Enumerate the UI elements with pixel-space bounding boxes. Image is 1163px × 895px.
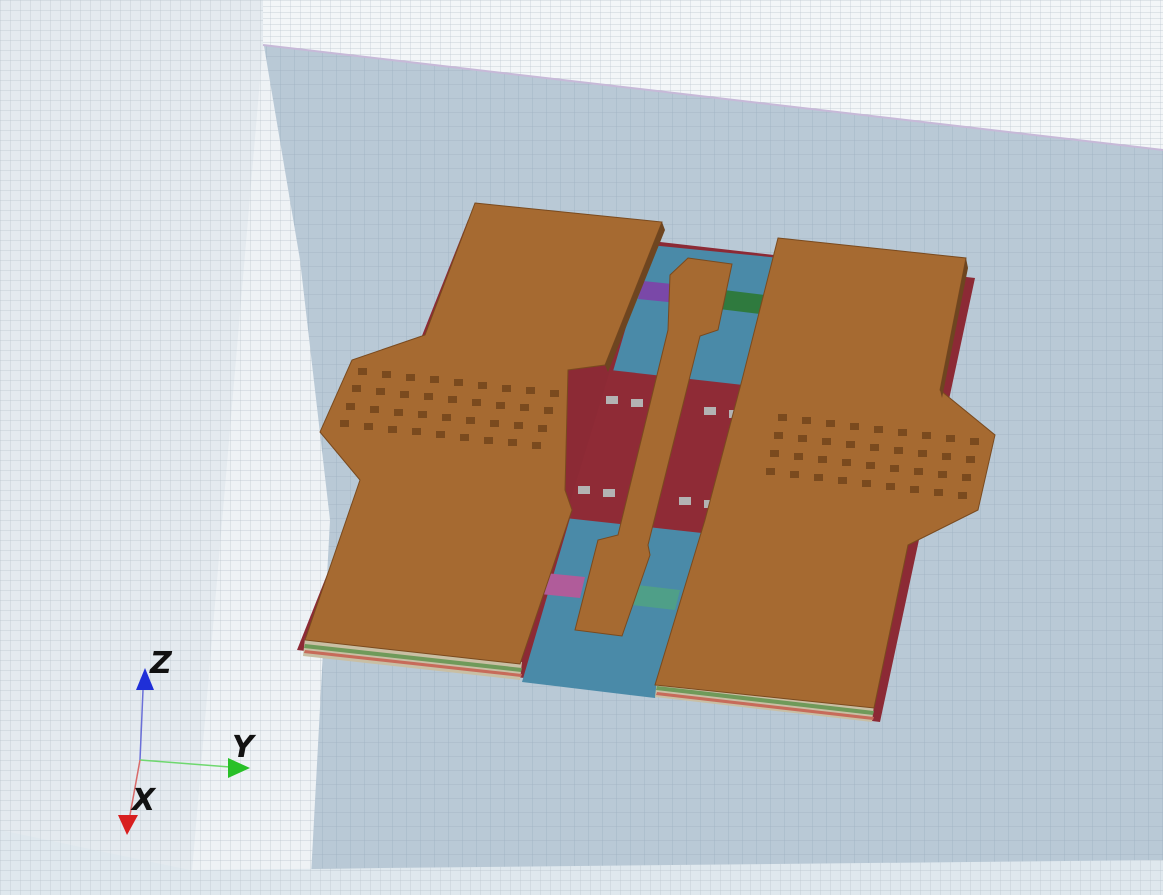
z-axis-label: Z [149, 646, 173, 681]
y-axis-label: Y [232, 730, 257, 765]
3d-scene[interactable]: Z Y X [0, 0, 1163, 895]
x-axis-label: X [130, 783, 157, 818]
3d-viewport[interactable]: Z Y X [0, 0, 1163, 895]
